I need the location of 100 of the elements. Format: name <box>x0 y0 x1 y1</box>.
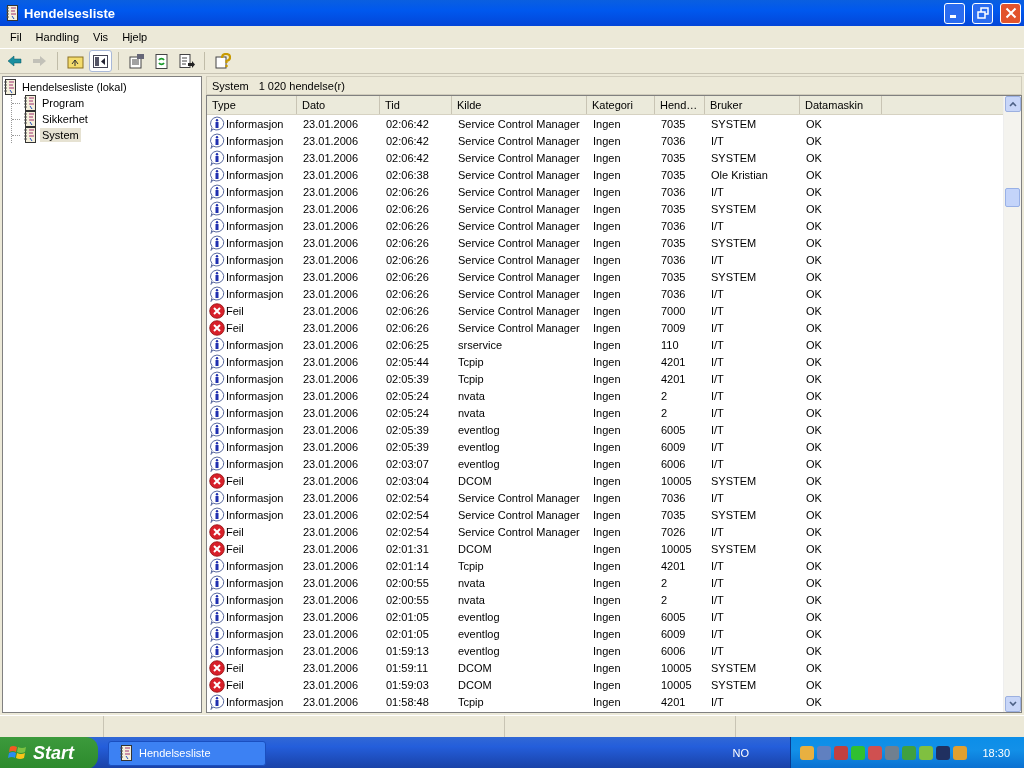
table-cell-text: 6005 <box>660 423 687 436</box>
table-cell-text: 23.01.2006 <box>302 168 360 181</box>
table-cell-text: 10005 <box>660 474 693 487</box>
tree-item[interactable]: Program <box>40 96 87 110</box>
table-cell-text: Service Control Manager <box>457 508 581 521</box>
table-cell-text: SYSTEM <box>710 474 758 487</box>
window-title: Hendelsesliste <box>24 5 117 21</box>
table-cell-text: Ingen <box>592 610 622 623</box>
table-cell: Informasjon <box>226 695 284 708</box>
table-cell-text: OK <box>805 202 823 215</box>
table-cell-text: 10005 <box>660 678 693 691</box>
table-cell-text: Service Control Manager <box>457 304 581 317</box>
properties-icon <box>128 52 145 70</box>
table-cell-text: I/T <box>710 134 725 147</box>
table-cell-text: Ingen <box>592 151 622 164</box>
tree-item[interactable]: System <box>40 128 81 142</box>
close-button[interactable] <box>1000 2 1021 24</box>
table-cell-text: 23.01.2006 <box>302 253 360 266</box>
table-cell-text: 7000 <box>660 304 687 317</box>
tray-icon[interactable] <box>953 746 968 760</box>
table-cell-text: 02:06:26 <box>385 236 430 249</box>
tray-icon[interactable] <box>834 746 849 760</box>
table-cell-text: OK <box>805 287 823 300</box>
table-cell-text: 23.01.2006 <box>302 423 360 436</box>
information-icon <box>209 149 225 166</box>
tree-item[interactable]: Hendelsesliste (lokal) <box>20 80 129 94</box>
tray-icon[interactable] <box>851 746 866 760</box>
menu-item[interactable]: Handling <box>28 29 87 45</box>
tree-icon <box>92 52 109 70</box>
column-header[interactable]: Kilde <box>452 96 587 114</box>
table-cell-text: Ingen <box>592 457 622 470</box>
information-icon <box>209 608 225 625</box>
column-header[interactable]: Type <box>207 96 297 114</box>
taskbar-button[interactable]: Hendelsesliste <box>108 740 266 766</box>
language-indicator[interactable]: NO <box>732 747 769 759</box>
column-header[interactable]: Bruker <box>705 96 800 114</box>
table-cell-text: OK <box>805 542 823 555</box>
start-button[interactable]: Start <box>0 737 98 768</box>
help-icon <box>214 52 231 70</box>
table-cell-text: 02:06:42 <box>385 134 430 147</box>
back-icon <box>6 52 23 70</box>
table-cell-text: Ingen <box>592 542 622 555</box>
scroll-down-button[interactable] <box>1004 696 1021 712</box>
table-cell-text: I/T <box>710 287 725 300</box>
table-cell-text: Ingen <box>592 559 622 572</box>
table-cell: Informasjon <box>226 576 284 589</box>
table-cell-text: Service Control Manager <box>457 185 581 198</box>
table-cell-text: I/T <box>710 457 725 470</box>
table-cell: Feil <box>226 661 244 674</box>
table-cell: Feil <box>226 321 244 334</box>
table-cell: Informasjon <box>226 338 284 351</box>
table-cell-text: Ingen <box>592 338 622 351</box>
tray-icon[interactable] <box>800 746 815 760</box>
tree-button[interactable] <box>89 50 112 72</box>
table-cell-text: 02:03:04 <box>385 474 430 487</box>
table-cell-text: 02:01:05 <box>385 610 430 623</box>
table-cell-text: 23.01.2006 <box>302 627 360 640</box>
minimize-button[interactable] <box>944 2 965 24</box>
table-cell: Informasjon <box>226 185 284 198</box>
table-cell-text: OK <box>805 593 823 606</box>
table-cell-text: Service Control Manager <box>457 236 581 249</box>
column-header[interactable]: Kategori <box>587 96 655 114</box>
tray-icon[interactable] <box>936 746 951 760</box>
minimize-icon <box>950 15 956 18</box>
table-cell-text: OK <box>805 151 823 164</box>
table-cell: Informasjon <box>226 168 284 181</box>
table-cell-text: 4201 <box>660 355 687 368</box>
table-cell-text: Ingen <box>592 627 622 640</box>
tray-icon[interactable] <box>919 746 934 760</box>
table-cell-text: OK <box>805 117 823 130</box>
menu-item[interactable]: Fil <box>3 29 29 45</box>
information-icon <box>209 421 225 438</box>
column-header[interactable]: Tid <box>380 96 452 114</box>
restore-button[interactable] <box>972 2 993 24</box>
menu-item[interactable]: Hjelp <box>115 29 155 45</box>
table-cell-text: Ingen <box>592 287 622 300</box>
scroll-thumb[interactable] <box>1005 188 1020 207</box>
table-cell-text: 23.01.2006 <box>302 593 360 606</box>
table-cell-text: I/T <box>710 644 725 657</box>
table-cell-text: OK <box>805 474 823 487</box>
error-icon <box>209 472 225 489</box>
vertical-scrollbar[interactable] <box>1003 96 1021 712</box>
table-cell: Informasjon <box>226 236 284 249</box>
table-cell-text: OK <box>805 525 823 538</box>
log-book-icon <box>5 5 19 21</box>
column-header[interactable]: Dato <box>297 96 380 114</box>
information-icon <box>209 115 225 132</box>
column-header[interactable]: Hend… <box>655 96 705 114</box>
table-cell-text: Tcpip <box>457 355 485 368</box>
menu-item[interactable]: Vis <box>86 29 116 45</box>
table-cell-text: 02:06:25 <box>385 338 430 351</box>
column-header[interactable]: Datamaskin <box>800 96 882 114</box>
information-icon <box>209 132 225 149</box>
table-cell-text: Ingen <box>592 491 622 504</box>
table-cell-text: 01:59:03 <box>385 678 430 691</box>
table-cell-text: DCOM <box>457 678 493 691</box>
tree-item[interactable]: Sikkerhet <box>40 112 90 126</box>
table-cell-text: 4201 <box>660 695 687 708</box>
scroll-up-button[interactable] <box>1004 96 1021 112</box>
information-icon <box>209 693 225 710</box>
